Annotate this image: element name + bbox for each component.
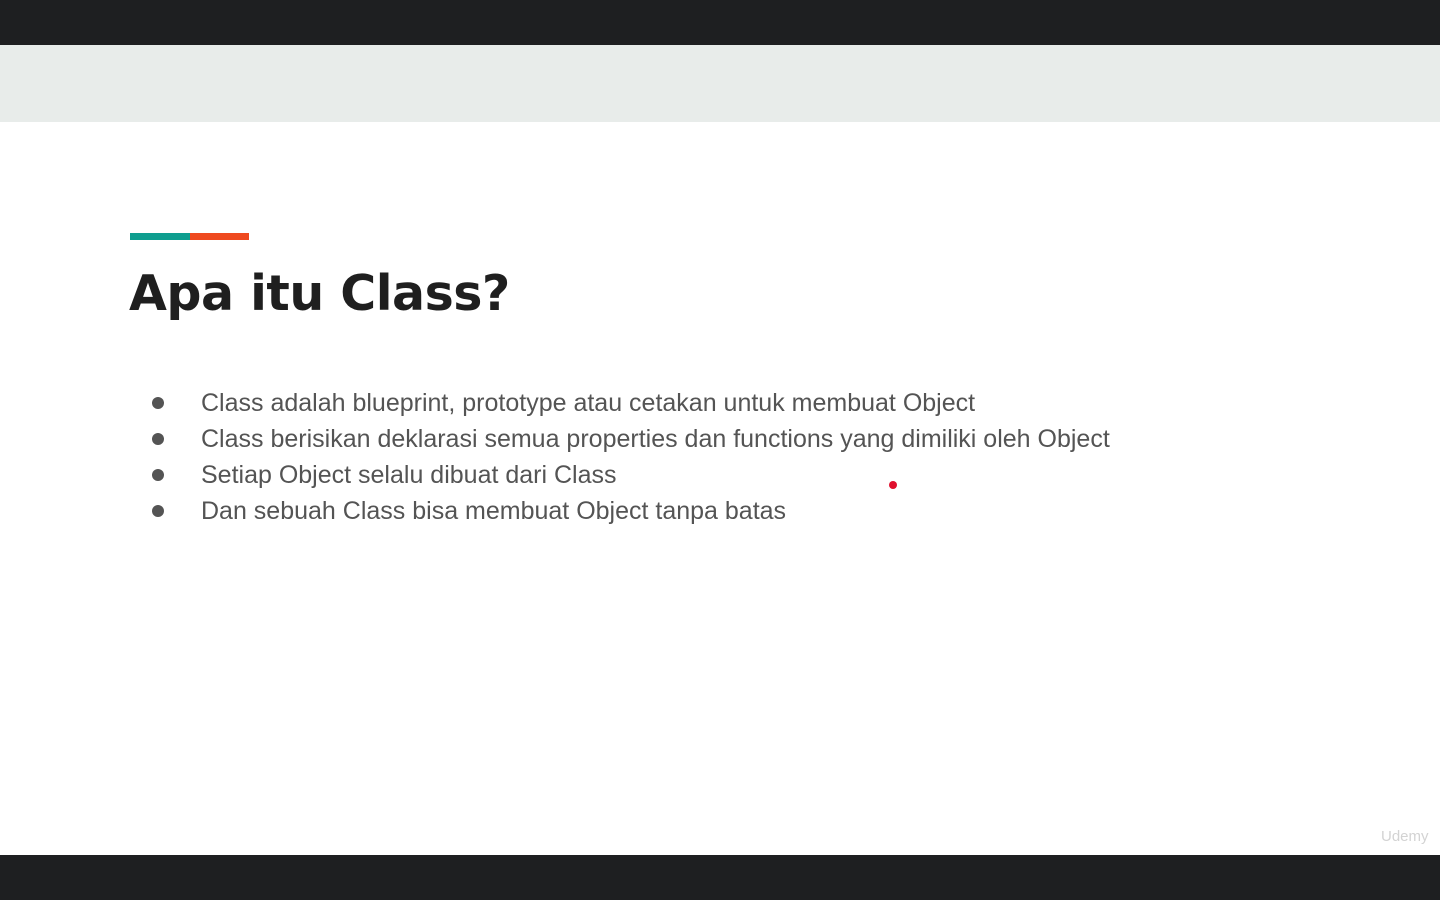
video-player-frame: Apa itu Class? Class adalah blueprint, p… (0, 0, 1440, 900)
slide-header-band (0, 45, 1440, 122)
list-item: Dan sebuah Class bisa membuat Object tan… (150, 493, 1110, 529)
bullet-icon (152, 433, 164, 445)
list-item: Setiap Object selalu dibuat dari Class (150, 457, 1110, 493)
bullet-icon (152, 469, 164, 481)
accent-bar-teal (130, 233, 190, 240)
list-item: Class adalah blueprint, prototype atau c… (150, 385, 1110, 421)
slide-title: Apa itu Class? (129, 265, 510, 322)
accent-bar-orange (190, 233, 249, 240)
bullet-text: Class adalah blueprint, prototype atau c… (201, 388, 976, 417)
letterbox-bottom (0, 855, 1440, 900)
letterbox-top (0, 0, 1440, 45)
bullet-text: Setiap Object selalu dibuat dari Class (201, 460, 617, 489)
bullet-text: Dan sebuah Class bisa membuat Object tan… (201, 496, 787, 525)
udemy-watermark: Udemy (1381, 828, 1429, 845)
laser-pointer-dot (889, 481, 897, 489)
title-accent-bar (130, 233, 249, 240)
bullet-icon (152, 397, 164, 409)
presentation-slide: Apa itu Class? Class adalah blueprint, p… (0, 45, 1440, 855)
bullet-list: Class adalah blueprint, prototype atau c… (150, 385, 1110, 529)
bullet-text: Class berisikan deklarasi semua properti… (201, 424, 1110, 453)
list-item: Class berisikan deklarasi semua properti… (150, 421, 1110, 457)
bullet-icon (152, 505, 164, 517)
